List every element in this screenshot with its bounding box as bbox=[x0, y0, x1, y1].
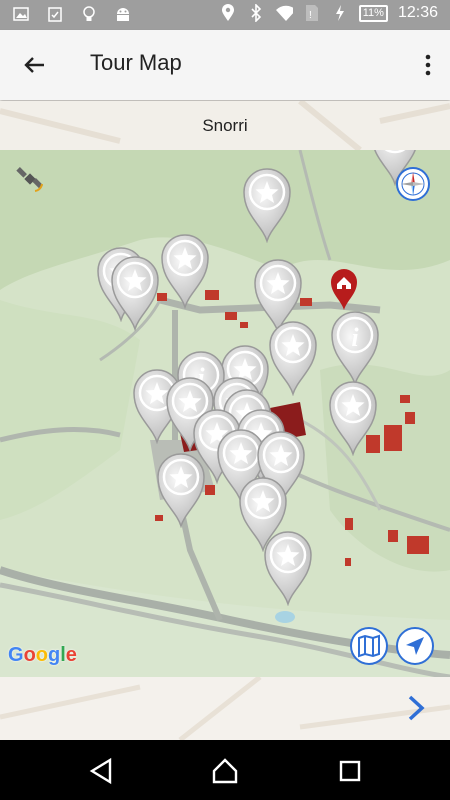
sim-icon: ! bbox=[303, 4, 321, 22]
app-bar: Tour Map bbox=[0, 30, 450, 100]
google-logo: Google bbox=[8, 644, 77, 666]
map-pin[interactable] bbox=[328, 380, 378, 456]
home-icon[interactable] bbox=[210, 756, 240, 786]
map-pin[interactable] bbox=[268, 320, 318, 396]
overflow-menu-button[interactable] bbox=[420, 50, 436, 80]
back-triangle-icon[interactable] bbox=[86, 756, 116, 786]
map-info-pin[interactable] bbox=[330, 310, 380, 386]
location-icon bbox=[219, 4, 237, 22]
wifi-icon bbox=[275, 4, 293, 22]
navigation-arrow-icon bbox=[406, 637, 424, 655]
lightbulb-icon bbox=[80, 5, 98, 23]
map-pin[interactable] bbox=[263, 530, 313, 606]
home-marker-icon[interactable] bbox=[330, 268, 358, 312]
compass-icon bbox=[401, 172, 425, 196]
arrow-left-icon bbox=[24, 57, 44, 73]
status-bar: ! 11% 12:36 bbox=[0, 0, 450, 30]
android-icon bbox=[114, 5, 132, 23]
map-texture bbox=[0, 677, 450, 740]
clipboard-check-icon bbox=[46, 5, 64, 23]
next-button[interactable] bbox=[404, 691, 428, 725]
bluetooth-icon bbox=[247, 4, 265, 22]
location-label: Snorri bbox=[202, 116, 248, 135]
recents-square-icon[interactable] bbox=[336, 756, 366, 786]
map-pin[interactable] bbox=[156, 452, 206, 528]
back-button[interactable] bbox=[18, 48, 52, 82]
system-nav-bar bbox=[0, 740, 450, 800]
tour-map[interactable]: i bbox=[0, 150, 450, 677]
clock: 12:36 bbox=[397, 4, 438, 21]
charging-icon bbox=[331, 4, 349, 22]
compass-button[interactable] bbox=[396, 167, 430, 201]
more-vertical-icon bbox=[425, 54, 431, 76]
bottom-panel bbox=[0, 677, 450, 740]
image-icon bbox=[12, 5, 30, 23]
chevron-right-icon bbox=[408, 695, 425, 721]
map-layers-button[interactable] bbox=[350, 627, 388, 665]
location-header: Snorri bbox=[0, 101, 450, 150]
map-icon bbox=[358, 634, 380, 658]
battery-level: 11% bbox=[358, 4, 388, 22]
map-pin[interactable] bbox=[242, 167, 292, 243]
map-pin[interactable] bbox=[160, 233, 210, 309]
page-title: Tour Map bbox=[90, 50, 182, 75]
my-location-button[interactable] bbox=[396, 627, 434, 665]
map-pin[interactable] bbox=[110, 255, 160, 331]
satellite-icon bbox=[16, 167, 43, 192]
svg-text:!: ! bbox=[309, 10, 312, 21]
